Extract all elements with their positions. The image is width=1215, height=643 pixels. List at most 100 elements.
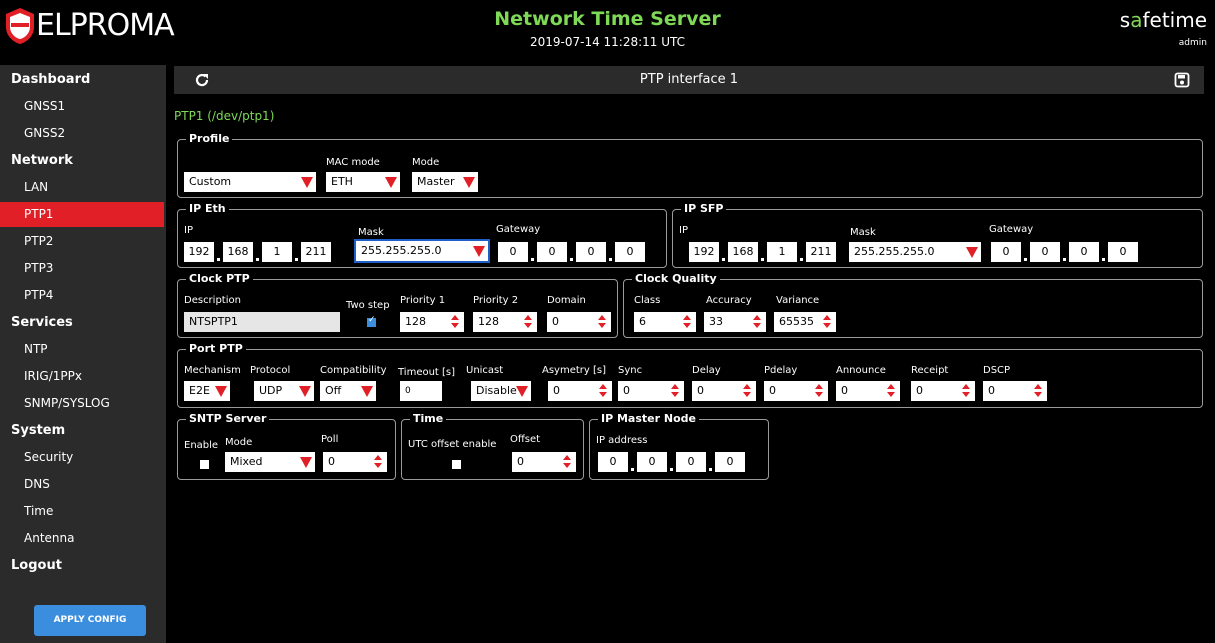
receipt-label: Receipt <box>911 365 949 376</box>
mac-mode-select[interactable]: ETH <box>326 172 400 192</box>
receipt-spinner[interactable]: 0 <box>911 381 975 401</box>
master-ip-octet-1[interactable]: 0 <box>598 452 628 472</box>
sidebar-item-lan[interactable]: LAN <box>0 175 164 200</box>
mode-label: Mode <box>412 157 440 168</box>
sidebar-item-dashboard[interactable]: Dashboard <box>0 67 164 92</box>
sidebar-item-security[interactable]: Security <box>0 445 164 470</box>
accuracy-value: 33 <box>709 315 723 328</box>
utc-offset-enable-checkbox[interactable] <box>452 460 461 469</box>
profile-legend: Profile <box>186 131 233 146</box>
ip-eth-octet-3[interactable]: 1 <box>262 242 292 262</box>
spinner-arrows-icon <box>598 315 606 329</box>
delay-spinner[interactable]: 0 <box>692 381 756 401</box>
ip-eth-octet-1[interactable]: 192 <box>184 242 214 262</box>
sidebar-item-time[interactable]: Time <box>0 499 164 524</box>
sidebar-item-ptp1[interactable]: PTP1 <box>0 202 164 227</box>
mechanism-label: Mechanism <box>184 365 241 376</box>
sidebar-item-services[interactable]: Services <box>0 310 164 335</box>
ip-sfp-mask-value: 255.255.255.0 <box>854 245 935 258</box>
sidebar-item-system[interactable]: System <box>0 418 164 443</box>
ip-sfp-octet-3[interactable]: 1 <box>767 242 797 262</box>
timeout-label: Timeout [s] <box>398 367 456 378</box>
ip-sfp-gw-octet-1[interactable]: 0 <box>991 242 1021 262</box>
sidebar-item-ptp4[interactable]: PTP4 <box>0 283 164 308</box>
variance-spinner[interactable]: 65535 <box>774 312 836 332</box>
apply-config-button[interactable]: APPLY CONFIG <box>34 605 146 636</box>
dropdown-arrow-icon <box>966 247 978 258</box>
unicast-select[interactable]: Disable <box>471 381 531 401</box>
asymmetry-spinner[interactable]: 0 <box>548 381 612 401</box>
ip-sfp-octet-2[interactable]: 168 <box>728 242 758 262</box>
priority1-spinner[interactable]: 128 <box>400 312 464 332</box>
sntp-server-group: SNTP Server Enable Mode Mixed Poll 0 <box>177 411 396 480</box>
receipt-value: 0 <box>916 384 923 397</box>
sntp-mode-select[interactable]: Mixed <box>225 452 315 472</box>
ip-eth-gw-octet-2[interactable]: 0 <box>537 242 567 262</box>
ip-sfp-gw-octet-4[interactable]: 0 <box>1108 242 1138 262</box>
timeout-input[interactable]: 0 <box>400 381 442 401</box>
header: ELPROMA Network Time Server 2019-07-14 1… <box>0 0 1215 62</box>
class-spinner[interactable]: 6 <box>634 312 696 332</box>
protocol-select[interactable]: UDP <box>254 381 314 401</box>
sidebar-item-ntp[interactable]: NTP <box>0 337 164 362</box>
ip-eth-gw-octet-1[interactable]: 0 <box>498 242 528 262</box>
profile-select[interactable]: Custom <box>184 172 316 192</box>
dscp-spinner[interactable]: 0 <box>983 381 1047 401</box>
priority2-label: Priority 2 <box>473 295 519 306</box>
sync-spinner[interactable]: 0 <box>618 381 684 401</box>
sidebar-item-irig[interactable]: IRIG/1PPx <box>0 364 164 389</box>
accuracy-spinner[interactable]: 33 <box>704 312 766 332</box>
description-input[interactable]: NTSPTP1 <box>184 312 340 332</box>
octet-separator <box>531 258 534 261</box>
ip-sfp-octet-1[interactable]: 192 <box>689 242 719 262</box>
ip-eth-gw-octet-3[interactable]: 0 <box>576 242 606 262</box>
ip-eth-mask-value: 255.255.255.0 <box>361 244 442 257</box>
ip-eth-mask-label: Mask <box>358 227 384 238</box>
sidebar-item-ptp2[interactable]: PTP2 <box>0 229 164 254</box>
sntp-mode-value: Mixed <box>230 455 263 468</box>
dropdown-arrow-icon <box>299 386 311 397</box>
ip-eth-octet-4[interactable]: 211 <box>301 242 331 262</box>
mode-select[interactable]: Master <box>412 172 478 192</box>
mechanism-select[interactable]: E2E <box>184 381 230 401</box>
dscp-label: DSCP <box>983 365 1011 376</box>
offset-spinner[interactable]: 0 <box>512 452 576 472</box>
ip-sfp-gw-octet-3[interactable]: 0 <box>1069 242 1099 262</box>
ip-eth-gw-octet-4[interactable]: 0 <box>615 242 645 262</box>
two-step-checkbox[interactable] <box>367 315 376 327</box>
dscp-value: 0 <box>988 384 995 397</box>
refresh-icon[interactable] <box>194 72 210 88</box>
sntp-enable-checkbox[interactable] <box>200 460 209 469</box>
sidebar-item-snmp-syslog[interactable]: SNMP/SYSLOG <box>0 391 164 416</box>
ip-sfp-gw-octet-2[interactable]: 0 <box>1030 242 1060 262</box>
dropdown-arrow-icon <box>473 246 485 257</box>
master-ip-octet-4[interactable]: 0 <box>715 452 745 472</box>
ip-sfp-octet-4[interactable]: 211 <box>806 242 836 262</box>
master-ip-octet-3[interactable]: 0 <box>676 452 706 472</box>
priority2-spinner[interactable]: 128 <box>473 312 537 332</box>
pdelay-spinner[interactable]: 0 <box>764 381 828 401</box>
compatibility-value: Off <box>325 384 342 397</box>
save-icon[interactable] <box>1174 72 1190 88</box>
clock-ptp-legend: Clock PTP <box>186 271 253 286</box>
sidebar-item-antenna[interactable]: Antenna <box>0 526 164 551</box>
sntp-mode-label: Mode <box>225 437 253 448</box>
ip-sfp-mask-select[interactable]: 255.255.255.0 <box>849 242 981 262</box>
sidebar-item-dns[interactable]: DNS <box>0 472 164 497</box>
compatibility-select[interactable]: Off <box>320 381 376 401</box>
ip-eth-octet-2[interactable]: 168 <box>223 242 253 262</box>
sidebar-item-gnss1[interactable]: GNSS1 <box>0 94 164 119</box>
octet-separator <box>1102 258 1105 261</box>
octet-separator <box>609 258 612 261</box>
announce-spinner[interactable]: 0 <box>836 381 900 401</box>
sidebar-item-network[interactable]: Network <box>0 148 164 173</box>
domain-spinner[interactable]: 0 <box>547 312 611 332</box>
sntp-poll-spinner[interactable]: 0 <box>323 452 387 472</box>
sidebar-item-ptp3[interactable]: PTP3 <box>0 256 164 281</box>
sidebar-item-logout[interactable]: Logout <box>0 553 164 578</box>
master-ip-octet-2[interactable]: 0 <box>637 452 667 472</box>
sidebar-item-gnss2[interactable]: GNSS2 <box>0 121 164 146</box>
clock-quality-group: Clock Quality Class 6 Accuracy 33 Varian… <box>623 271 1203 338</box>
class-value: 6 <box>639 315 646 328</box>
ip-eth-mask-select[interactable]: 255.255.255.0 <box>356 241 488 261</box>
